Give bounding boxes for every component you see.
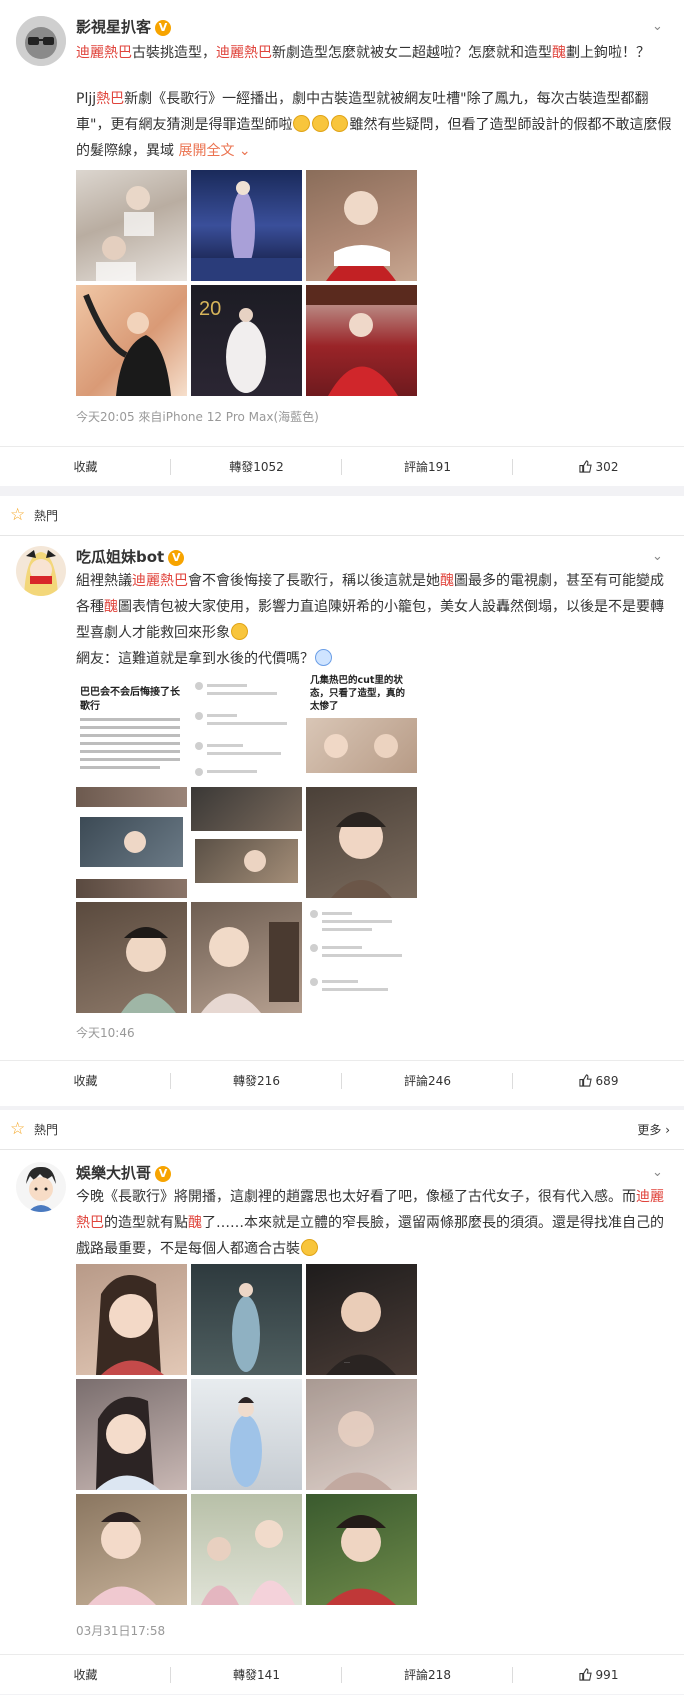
repost-button[interactable]: 轉發216	[171, 1061, 342, 1101]
avatar[interactable]	[16, 16, 66, 66]
username[interactable]: 娛樂大扒哥 V	[76, 1162, 172, 1183]
repost-button[interactable]: 轉發141	[171, 1655, 342, 1695]
username[interactable]: 影視星扒客 V	[76, 16, 172, 37]
expand-full-text-link[interactable]: 展開全文 ⌄	[178, 143, 250, 159]
favorite-button[interactable]: 收藏	[0, 1655, 171, 1695]
emoji-icon	[301, 1239, 318, 1256]
post-text: 迪麗熱巴古裝挑造型，迪麗熱巴新劇造型怎麼就被女二超越啦？怎麼就和造型醜劃上鉤啦！…	[76, 45, 672, 159]
post-image[interactable]	[76, 1494, 187, 1605]
username[interactable]: 吃瓜姐妹bot V	[76, 546, 185, 567]
avatar[interactable]	[16, 546, 66, 596]
post-image[interactable]	[76, 1264, 187, 1375]
more-link[interactable]: 更多 ›	[637, 1121, 670, 1138]
hot-label-bar: ☆ 熱門 更多 ›	[0, 1110, 684, 1150]
hot-label-bar: ☆ 熱門	[0, 496, 684, 536]
chevron-down-icon[interactable]: ⌄	[652, 20, 666, 34]
post-image[interactable]	[191, 1494, 302, 1605]
thumbs-up-icon	[578, 1668, 592, 1681]
post-image[interactable]	[76, 902, 187, 1013]
comment-button[interactable]: 評論218	[342, 1655, 513, 1695]
action-bar: 收藏 轉發1052 評論191 302	[0, 446, 684, 486]
comment-button[interactable]: 評論191	[342, 447, 513, 487]
post-image[interactable]	[191, 1264, 302, 1375]
keyword-highlight[interactable]: 迪麗熱巴	[132, 573, 188, 589]
thumbs-up-icon	[578, 1074, 592, 1087]
keyword-highlight[interactable]: 醜	[104, 599, 118, 615]
post-text-segment: 今晚《長歌行》將開播，這劇裡的趙露思也太好看了吧，像極了古代女子，很有代入感。而	[76, 1189, 636, 1205]
star-icon: ☆	[10, 1119, 26, 1139]
post-image[interactable]	[76, 170, 187, 281]
chevron-down-icon[interactable]: ⌄	[652, 1166, 666, 1180]
hot-label: 熱門	[34, 1123, 59, 1137]
post-text: 組裡熱議迪麗熱巴會不會後悔接了長歌行，稱以後這就是她醜圖最多的電視劇，甚至有可能…	[76, 573, 664, 667]
post-image[interactable]	[306, 1494, 417, 1605]
emoji-icon	[315, 649, 332, 666]
post-text: 今晚《長歌行》將開播，這劇裡的趙露思也太好看了吧，像極了古代女子，很有代入感。而…	[76, 1184, 672, 1262]
emoji-icon	[293, 115, 311, 132]
screenshot-title: 几集热巴的cut里的状态，只看了造型，真的太惨了	[310, 675, 406, 712]
favorite-button[interactable]: 收藏	[0, 447, 171, 487]
keyword-highlight[interactable]: 熱巴	[96, 91, 124, 107]
post-image[interactable]	[306, 285, 417, 396]
keyword-highlight[interactable]: 迪麗熱巴	[76, 45, 132, 61]
comment-button[interactable]: 評論246	[342, 1061, 513, 1101]
post-image[interactable]	[191, 787, 302, 898]
post-text-segment: 會不會後悔接了長歌行，稱以後這就是她	[188, 573, 440, 589]
post-text-segment: 組裡熱議	[76, 573, 132, 589]
post-image[interactable]: ···	[306, 1264, 417, 1375]
post-image[interactable]: 巴巴会不会后悔接了长歌行	[76, 672, 187, 783]
post-card: 吃瓜姐妹bot V ⌄ 組裡熱議迪麗熱巴會不會後悔接了長歌行，稱以後這就是她醜圖最…	[0, 536, 684, 1106]
post-text-segment: 古裝挑造型，	[132, 45, 216, 61]
repost-button[interactable]: 轉發1052	[171, 447, 342, 487]
post-text-segment: 劃上鉤啦！？	[566, 45, 650, 61]
post-meta: 03月31日17:58	[76, 1624, 166, 1638]
post-text-segment: 圖表情包被大家使用，影響力直追陳妍希的小籠包，美女人設轟然倒塌，以後是不是要轉型…	[76, 599, 664, 641]
verified-badge-icon: V	[155, 1166, 172, 1182]
post-card: 影視星扒客 V ⌄ 迪麗熱巴古裝挑造型，迪麗熱巴新劇造型怎麼就被女二超越啦？怎麼就…	[0, 0, 684, 486]
post-image[interactable]	[76, 285, 187, 396]
thumbs-up-icon	[578, 460, 592, 473]
verified-badge-icon: V	[155, 20, 172, 36]
action-bar: 收藏 轉發216 評論246 689	[0, 1060, 684, 1100]
emoji-icon	[312, 115, 330, 132]
post-image[interactable]	[306, 1379, 417, 1490]
post-image[interactable]	[191, 170, 302, 281]
keyword-highlight[interactable]: 醜	[552, 45, 566, 61]
like-button[interactable]: 689	[513, 1061, 684, 1101]
post-image[interactable]	[306, 170, 417, 281]
post-image[interactable]	[191, 1379, 302, 1490]
post-text-segment: 的造型就有點	[104, 1215, 188, 1231]
post-meta: 今天20:05 來自iPhone 12 Pro Max(海藍色)	[76, 410, 319, 424]
post-image[interactable]	[306, 902, 417, 1013]
like-button[interactable]: 991	[513, 1655, 684, 1695]
avatar[interactable]	[16, 1162, 66, 1212]
post-image[interactable]	[76, 787, 187, 898]
svg-text:···: ···	[344, 1360, 350, 1366]
action-bar: 收藏 轉發141 評論218 991	[0, 1654, 684, 1694]
post-image[interactable]	[76, 1379, 187, 1490]
emoji-icon	[231, 623, 248, 640]
post-meta: 今天10:46	[76, 1026, 135, 1040]
hot-label: 熱門	[34, 509, 59, 523]
chevron-down-icon[interactable]: ⌄	[652, 550, 666, 564]
post-image[interactable]	[306, 787, 417, 898]
verified-badge-icon: V	[168, 550, 185, 566]
post-text-segment: 新劇造型怎麼就被女二超越啦？怎麼就和造型	[272, 45, 552, 61]
keyword-highlight[interactable]: 醜	[440, 573, 454, 589]
star-icon: ☆	[10, 505, 26, 525]
post-image[interactable]: 几集热巴的cut里的状态，只看了造型，真的太惨了	[306, 672, 417, 783]
favorite-button[interactable]: 收藏	[0, 1061, 171, 1101]
post-text-segment: Pljj	[76, 91, 97, 107]
post-image[interactable]	[191, 902, 302, 1013]
post-image[interactable]: 20	[191, 285, 302, 396]
svg-text:20: 20	[199, 298, 221, 320]
keyword-highlight[interactable]: 醜	[188, 1215, 202, 1231]
emoji-icon	[331, 115, 349, 132]
post-image[interactable]	[191, 672, 302, 783]
keyword-highlight[interactable]: 迪麗熱巴	[216, 45, 272, 61]
post-card: 娛樂大扒哥 V ⌄ 今晚《長歌行》將開播，這劇裡的趙露思也太好看了吧，像極了古代女…	[0, 1150, 684, 1694]
like-button[interactable]: 302	[513, 447, 684, 487]
